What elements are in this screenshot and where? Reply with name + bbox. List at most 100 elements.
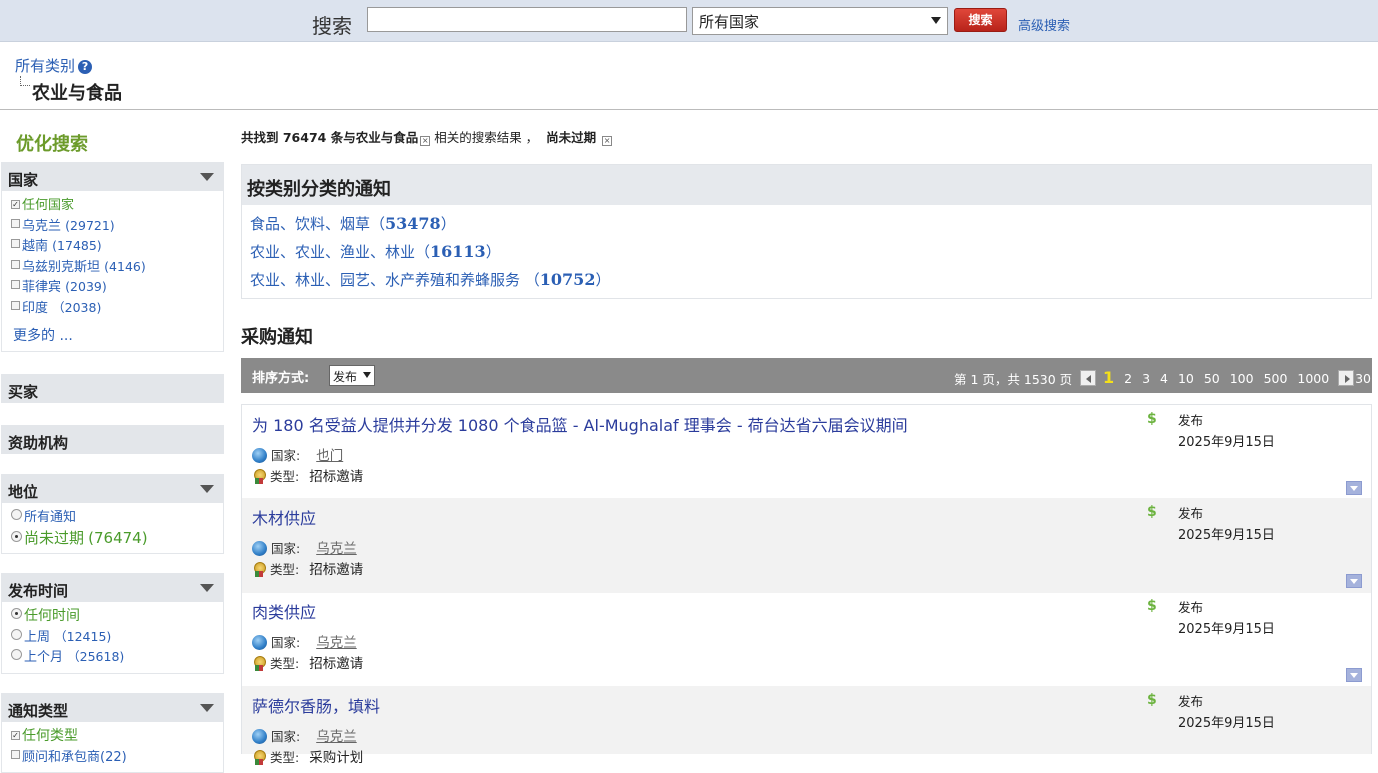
type-option-any[interactable]: ✓ 任何类型 — [11, 725, 223, 746]
result-date: 2025年9月15日 — [1178, 528, 1275, 543]
facet-title: 通知类型 — [8, 702, 69, 720]
page-link[interactable]: 500 — [1264, 371, 1288, 386]
country-select[interactable]: 所有国家 — [692, 7, 948, 35]
checkbox[interactable] — [11, 300, 20, 310]
category-link[interactable]: 食品、饮料、烟草（53478） — [242, 209, 1371, 237]
category-link[interactable]: 农业、林业、园艺、水产养殖和养蜂服务 （10752） — [242, 265, 1371, 293]
help-icon[interactable]: ? — [78, 59, 93, 74]
breadcrumb-all-categories[interactable]: 所有类别 — [15, 57, 75, 75]
facet-notice-type-header[interactable]: 通知类型 — [1, 693, 224, 722]
search-bar: 搜索 所有国家 搜索 高级搜索 — [0, 0, 1378, 42]
result-date: 2025年9月15日 — [1178, 622, 1275, 637]
result-item: 为 180 名受益人提供并分发 1080 个食品篮 - Al-Mughalaf … — [241, 404, 1372, 499]
award-icon — [252, 750, 266, 765]
country-option-uzbekistan[interactable]: 乌兹别克斯坦 (4146) — [11, 256, 223, 277]
page-link[interactable]: 3 — [1142, 371, 1150, 386]
award-icon — [252, 562, 266, 577]
facet-title: 买家 — [8, 383, 39, 401]
type-option-consultants[interactable]: 顾问和承包商(22) — [11, 746, 223, 767]
radio[interactable] — [11, 608, 22, 619]
result-country-link[interactable]: 也门 — [316, 448, 343, 464]
page-link[interactable]: 1000 — [1297, 371, 1329, 386]
time-option-any[interactable]: 任何时间 — [11, 605, 223, 626]
result-title-link[interactable]: 木材供应 — [252, 505, 316, 529]
expand-icon[interactable] — [1346, 481, 1362, 495]
checkbox[interactable] — [11, 218, 20, 228]
search-button[interactable]: 搜索 — [954, 8, 1007, 32]
award-icon — [252, 469, 266, 484]
remove-filter-icon[interactable]: × — [602, 136, 613, 146]
time-option-last-week[interactable]: 上周 （12415) — [11, 626, 223, 647]
facet-country-header[interactable]: 国家 — [1, 162, 224, 191]
result-title-link[interactable]: 为 180 名受益人提供并分发 1080 个食品篮 - Al-Mughalaf … — [252, 412, 908, 436]
result-date: 2025年9月15日 — [1178, 435, 1275, 450]
collapse-triangle-icon[interactable] — [200, 704, 214, 712]
sort-pagination-bar: 排序方式: 发布 第 1 页，共 1530 页 1 2 3 4 10 50 10… — [241, 358, 1372, 393]
radio[interactable] — [11, 628, 22, 640]
sort-select[interactable]: 发布 — [329, 365, 375, 386]
collapse-triangle-icon[interactable] — [200, 173, 214, 181]
status-option-active[interactable]: 尚未过期 (76474) — [11, 527, 223, 548]
search-label: 搜索 — [312, 14, 352, 38]
result-date: 2025年9月15日 — [1178, 716, 1275, 731]
time-option-last-month[interactable]: 上个月 （25618) — [11, 646, 223, 667]
advanced-search-link[interactable]: 高级搜索 — [1018, 15, 1070, 34]
country-option-india[interactable]: 印度 （2038) — [11, 297, 223, 318]
country-option-ukraine[interactable]: 乌克兰 (29721) — [11, 215, 223, 236]
search-input[interactable] — [367, 7, 687, 32]
facet-status-header[interactable]: 地位 — [1, 474, 224, 503]
page-link[interactable]: 4 — [1160, 371, 1168, 386]
result-item: 肉类供应 国家: 乌克兰 类型: 招标邀请 $ 发布 2025年9月15日 — [241, 592, 1372, 687]
result-country-link[interactable]: 乌克兰 — [316, 541, 357, 557]
result-country-link[interactable]: 乌克兰 — [316, 635, 357, 651]
results-summary: 共找到 76474 条与农业与食品 × 相关的搜索结果 ， 尚未过期 × — [241, 130, 613, 146]
result-item: 木材供应 国家: 乌克兰 类型: 招标邀请 $ 发布 2025年9月15日 — [241, 498, 1372, 593]
checkbox[interactable] — [11, 280, 20, 289]
country-select-value: 所有国家 — [699, 13, 760, 31]
radio[interactable] — [11, 649, 22, 660]
facet-funding-header[interactable]: 资助机构 — [1, 425, 224, 454]
remove-filter-icon[interactable]: × — [420, 136, 431, 146]
facet-notice-type: 通知类型 ✓ 任何类型 顾问和承包商(22) — [1, 693, 224, 773]
expand-icon[interactable] — [1346, 574, 1362, 588]
page-link[interactable]: 100 — [1230, 371, 1254, 386]
more-countries-link[interactable]: 更多的 ... — [13, 325, 223, 345]
facet-funding: 资助机构 — [1, 425, 224, 454]
facet-publish-time-header[interactable]: 发布时间 — [1, 573, 224, 602]
facet-buyer: 买家 — [1, 374, 224, 403]
facet-title: 资助机构 — [8, 434, 69, 452]
collapse-triangle-icon[interactable] — [200, 584, 214, 592]
page-link[interactable]: 10 — [1178, 371, 1194, 386]
collapse-triangle-icon[interactable] — [200, 485, 214, 493]
radio[interactable] — [11, 509, 22, 520]
checkbox[interactable]: ✓ — [11, 731, 20, 740]
category-link[interactable]: 农业、农业、渔业、林业（16113） — [242, 237, 1371, 265]
country-option-philippines[interactable]: 菲律宾 (2039) — [11, 276, 223, 297]
facet-buyer-header[interactable]: 买家 — [1, 374, 224, 403]
country-option-any[interactable]: ✓ 任何国家 — [11, 194, 223, 215]
pagination: 1 2 3 4 10 50 100 500 1000 1530 — [1103, 368, 1377, 387]
result-title-link[interactable]: 萨德尔香肠，填料 — [252, 693, 380, 717]
result-title-link[interactable]: 肉类供应 — [252, 599, 316, 623]
checkbox[interactable] — [11, 239, 20, 248]
globe-icon — [252, 448, 267, 463]
page-info: 第 1 页，共 1530 页 — [954, 372, 1073, 387]
status-option-all[interactable]: 所有通知 — [11, 506, 223, 527]
result-country-link[interactable]: 乌克兰 — [316, 729, 357, 745]
radio[interactable] — [11, 530, 22, 542]
page-link[interactable]: 2 — [1124, 371, 1132, 386]
next-page-icon[interactable] — [1338, 370, 1354, 386]
category-panel: 按类别分类的通知 食品、饮料、烟草（53478） 农业、农业、渔业、林业（161… — [241, 164, 1372, 299]
facet-title: 国家 — [8, 171, 39, 189]
checkbox[interactable] — [11, 259, 20, 269]
prev-page-icon[interactable] — [1080, 370, 1096, 386]
expand-icon[interactable] — [1346, 668, 1362, 682]
checkbox[interactable]: ✓ — [11, 200, 20, 209]
page-link[interactable]: 50 — [1204, 371, 1220, 386]
checkbox[interactable] — [11, 749, 20, 759]
refine-search-title: 优化搜索 — [16, 134, 88, 155]
breadcrumb: 所有类别? — [15, 55, 93, 76]
award-icon — [252, 656, 266, 671]
page-link-current[interactable]: 1 — [1103, 368, 1114, 387]
country-option-vietnam[interactable]: 越南 (17485) — [11, 235, 223, 256]
